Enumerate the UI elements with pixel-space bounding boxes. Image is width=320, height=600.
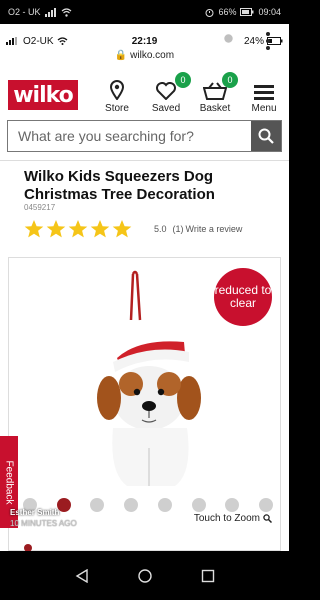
rating-value: 5.0 (154, 224, 167, 234)
magnifier-icon (263, 514, 272, 523)
star-icon (24, 220, 44, 238)
wilko-logo[interactable]: wilko (8, 80, 78, 110)
social-proof-time: 10 MINUTES AGO (10, 519, 77, 528)
rating-count[interactable]: (1) (173, 224, 184, 234)
address-bar[interactable]: 🔒 wilko.com (0, 50, 289, 61)
home-icon[interactable] (137, 568, 152, 583)
os-status-left: O2 - UK (8, 7, 72, 17)
carousel-dot[interactable] (124, 498, 139, 512)
bullet-dot (24, 544, 32, 551)
nav-basket-label: Basket (199, 103, 231, 114)
carousel-dot[interactable] (90, 498, 105, 512)
nav-menu-label: Menu (251, 103, 277, 114)
star-icon (46, 220, 66, 238)
carousel-dot[interactable] (258, 498, 273, 512)
os-clock: 09:04 (258, 7, 281, 17)
search-icon (258, 128, 274, 144)
feedback-label: Feedback (3, 460, 15, 504)
ios-clock: 22:19 (131, 35, 158, 47)
zoom-label: Touch to Zoom (193, 513, 260, 524)
search-button[interactable] (251, 121, 281, 151)
carousel-dots (23, 498, 273, 512)
header-divider (0, 160, 289, 161)
next-section-peek (24, 544, 32, 551)
battery-icon (240, 8, 254, 16)
social-proof-name: Esther Smith (10, 508, 60, 517)
carousel-dot[interactable] (157, 498, 172, 512)
wifi-icon (61, 7, 71, 17)
star-icon (68, 220, 88, 238)
overflow-menu-icon[interactable] (265, 32, 271, 50)
nav-saved[interactable]: 0 Saved (141, 72, 191, 114)
star-icon (90, 220, 110, 238)
os-status-right: 66% 09:04 (205, 7, 281, 17)
nav-store-label: Store (105, 103, 129, 114)
search-bar (7, 120, 282, 152)
saved-count-badge: 0 (175, 72, 191, 88)
star-icon (112, 220, 132, 238)
signal-icon (44, 7, 56, 17)
write-review-link[interactable]: Write a review (186, 224, 243, 234)
heart-icon: 0 (141, 72, 191, 100)
nav-menu[interactable]: Menu (239, 76, 289, 114)
product-sku: 0459217 (24, 203, 56, 212)
basket-icon: 0 (190, 72, 240, 100)
recents-icon[interactable] (201, 569, 215, 583)
reduced-to-clear-badge: reduced to clear (214, 268, 272, 326)
nav-store[interactable]: Store (92, 76, 142, 114)
touch-to-zoom[interactable]: Touch to Zoom (194, 513, 272, 524)
android-nav-bar (0, 551, 289, 600)
basket-count-badge: 0 (222, 72, 238, 88)
product-image-carousel[interactable]: reduced to clear Touch to Zoom (8, 257, 281, 551)
alarm-icon (205, 8, 214, 17)
product-rating: 5.0 (1) Write a review (24, 218, 284, 240)
os-battery-percent: 66% (218, 7, 237, 17)
nav-saved-label: Saved (151, 103, 181, 114)
lock-icon: 🔒 (114, 50, 128, 61)
browser-screenshot: O2-UK 22:19 24% 🔒 wilko.com wilko Store … (0, 24, 289, 551)
search-input[interactable] (8, 121, 251, 151)
ios-status-bar: O2-UK 22:19 24% (0, 34, 289, 48)
hamburger-icon (239, 76, 289, 100)
carousel-dot[interactable] (225, 498, 240, 512)
nav-basket[interactable]: 0 Basket (190, 72, 240, 114)
product-title: Wilko Kids Squeezers Dog Christmas Tree … (24, 168, 215, 203)
os-carrier: O2 - UK (8, 7, 41, 17)
back-icon[interactable] (75, 568, 89, 583)
star-rating (24, 219, 132, 239)
android-status-bar: O2 - UK 66% 09:04 (0, 0, 289, 24)
address-url: wilko.com (130, 50, 175, 61)
carousel-dot[interactable] (191, 498, 206, 512)
overlay-search-icon[interactable] (222, 32, 238, 48)
location-pin-icon (92, 76, 142, 100)
